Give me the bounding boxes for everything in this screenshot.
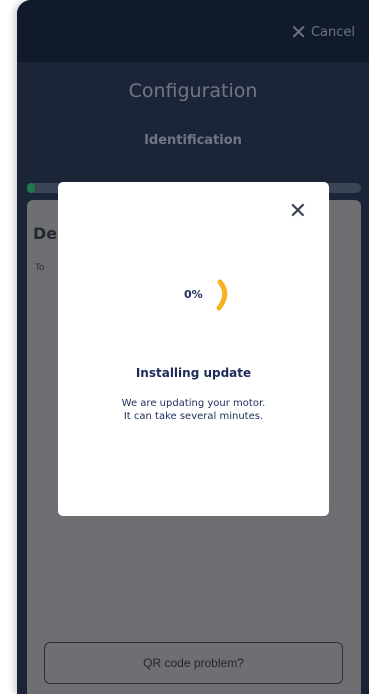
cancel-label: Cancel	[310, 24, 355, 40]
progress-fill	[27, 183, 35, 193]
page-title: Configuration	[128, 80, 258, 102]
modal-description: We are updating your motor. It can take …	[58, 397, 329, 423]
close-modal-icon[interactable]: ✕	[289, 201, 307, 223]
spinner-icon	[216, 279, 228, 311]
modal-title: Installing update	[135, 366, 252, 380]
close-icon: ✕	[290, 20, 307, 44]
progress-percent: 0%	[184, 288, 203, 301]
card-text: To	[35, 263, 45, 273]
top-bar: ✕ Cancel	[17, 0, 369, 62]
modal-description-line2: It can take several minutes.	[123, 411, 264, 422]
qr-code-problem-button[interactable]: QR code problem?	[44, 642, 343, 684]
card-title: De	[33, 224, 58, 243]
modal-description-line1: We are updating your motor.	[121, 398, 266, 409]
cancel-button[interactable]: ✕ Cancel	[290, 20, 355, 44]
step-subtitle: Identification	[144, 133, 242, 148]
update-modal: ✕ 0% Installing update We are updating y…	[58, 182, 329, 516]
